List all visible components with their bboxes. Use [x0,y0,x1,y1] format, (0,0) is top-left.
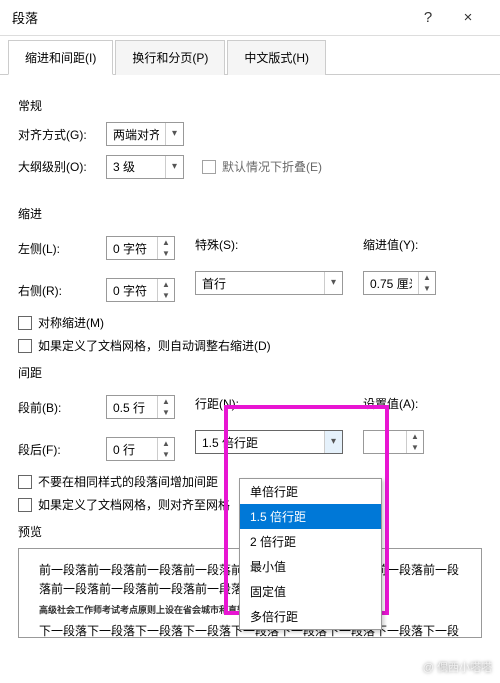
special-combo[interactable]: ▾ [195,271,343,295]
align-combo[interactable]: ▾ [106,122,184,146]
chevron-down-icon[interactable]: ▾ [324,431,342,453]
before-spinner[interactable]: ▲▼ [106,395,175,419]
setval-label: 设置值(A): [363,395,423,412]
snapgrid-checkbox[interactable] [18,498,32,512]
spin-down-icon[interactable]: ▼ [158,407,174,418]
special-input[interactable] [196,272,324,294]
chevron-down-icon[interactable]: ▾ [165,156,183,178]
autogrid-label: 如果定义了文档网格，则自动调整右缩进(D) [38,337,271,354]
collapse-checkbox [202,160,216,174]
chevron-down-icon[interactable]: ▾ [165,123,183,145]
right-indent-label: 右侧(R): [18,282,98,299]
spin-up-icon[interactable]: ▲ [419,272,435,283]
spin-down-icon[interactable]: ▼ [158,449,174,460]
collapse-label: 默认情况下折叠(E) [222,158,322,175]
outline-label: 大纲级别(O): [18,158,98,175]
before-label: 段前(B): [18,399,98,416]
spin-up-icon[interactable]: ▲ [158,279,174,290]
setval-input[interactable] [364,431,406,453]
setval-spinner[interactable]: ▲▼ [363,430,424,454]
spin-up-icon[interactable]: ▲ [158,438,174,449]
line-dropdown[interactable]: 单倍行距 1.5 倍行距 2 倍行距 最小值 固定值 多倍行距 [239,478,382,630]
section-indent: 缩进 [18,205,482,222]
spin-up-icon[interactable]: ▲ [158,396,174,407]
before-input[interactable] [107,396,157,418]
line-option[interactable]: 固定值 [240,579,381,604]
left-indent-input[interactable] [107,237,157,259]
spin-down-icon[interactable]: ▼ [158,248,174,259]
spin-up-icon[interactable]: ▲ [158,237,174,248]
dialog-title: 段落 [12,8,408,27]
spin-down-icon[interactable]: ▼ [158,290,174,301]
left-indent-label: 左侧(L): [18,240,98,257]
line-option[interactable]: 多倍行距 [240,604,381,629]
line-option[interactable]: 最小值 [240,554,381,579]
spin-down-icon[interactable]: ▼ [407,442,423,453]
tab-line-page[interactable]: 换行和分页(P) [115,40,225,75]
right-indent-input[interactable] [107,279,157,301]
line-option[interactable]: 单倍行距 [240,479,381,504]
after-spinner[interactable]: ▲▼ [106,437,175,461]
left-indent-spinner[interactable]: ▲▼ [106,236,175,260]
indval-input[interactable] [364,272,418,294]
indval-spinner[interactable]: ▲▼ [363,271,436,295]
align-input[interactable] [107,123,165,145]
line-label: 行距(N): [195,395,255,412]
section-general: 常规 [18,97,482,114]
section-spacing: 间距 [18,364,482,381]
after-label: 段后(F): [18,441,98,458]
indval-label: 缩进值(Y): [363,236,423,253]
spin-down-icon[interactable]: ▼ [419,283,435,294]
snapgrid-label: 如果定义了文档网格，则对齐至网格 [38,496,230,513]
mirror-label: 对称缩进(M) [38,314,104,331]
tab-asian[interactable]: 中文版式(H) [227,40,326,75]
tab-indent-spacing[interactable]: 缩进和间距(I) [8,40,113,75]
align-label: 对齐方式(G): [18,126,98,143]
watermark: @ 偶西小嗒嗒 [423,659,492,675]
autogrid-checkbox[interactable] [18,339,32,353]
spin-up-icon[interactable]: ▲ [407,431,423,442]
outline-input[interactable] [107,156,165,178]
help-button[interactable]: ? [408,9,448,26]
after-input[interactable] [107,438,157,460]
outline-combo[interactable]: ▾ [106,155,184,179]
line-combo[interactable]: ▾ [195,430,343,454]
special-label: 特殊(S): [195,236,255,253]
nosame-checkbox[interactable] [18,475,32,489]
line-option[interactable]: 2 倍行距 [240,529,381,554]
right-indent-spinner[interactable]: ▲▼ [106,278,175,302]
chevron-down-icon[interactable]: ▾ [324,272,342,294]
nosame-label: 不要在相同样式的段落间增加间距 [38,473,218,490]
mirror-checkbox[interactable] [18,316,32,330]
line-input[interactable] [196,431,324,453]
close-button[interactable]: × [448,9,488,26]
line-option-selected[interactable]: 1.5 倍行距 [240,504,381,529]
